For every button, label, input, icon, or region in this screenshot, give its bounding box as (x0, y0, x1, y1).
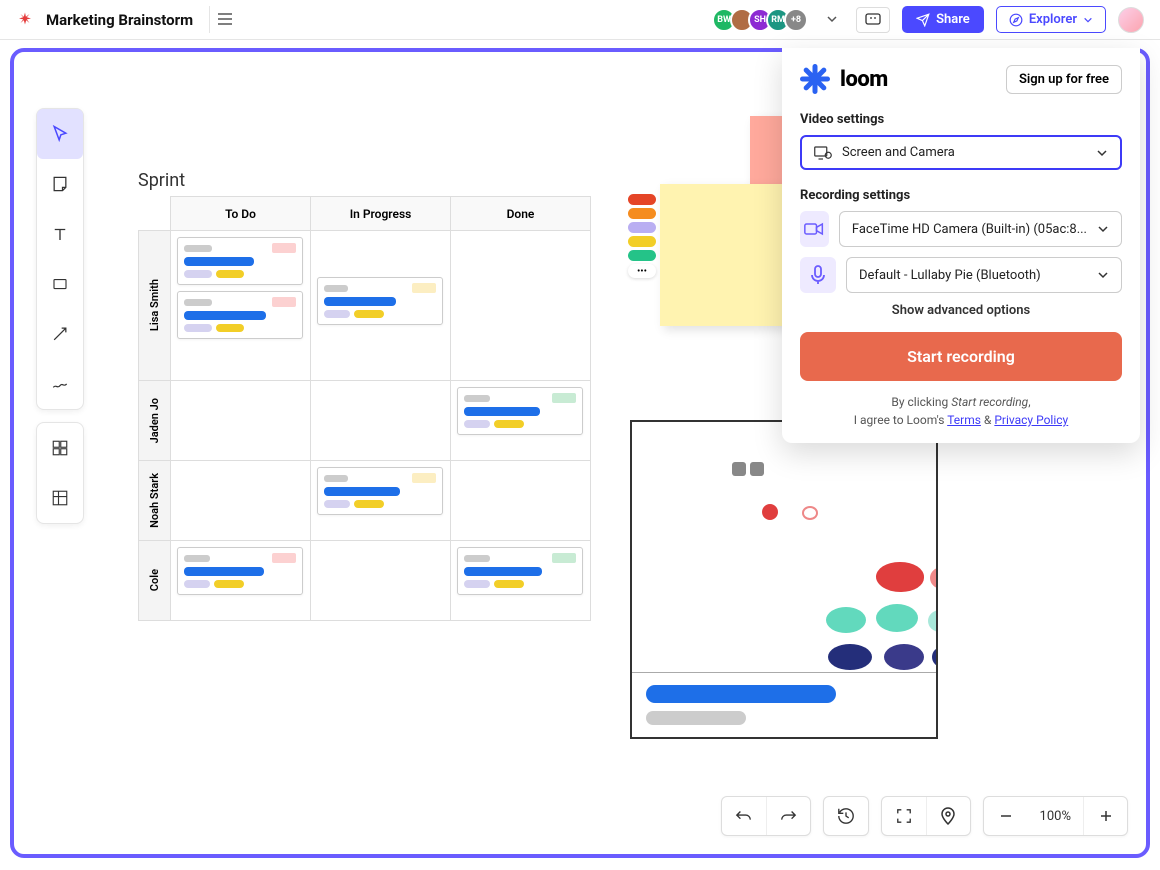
row-header: Cole (139, 541, 171, 621)
sprint-table: To Do In Progress Done Lisa Smith (138, 196, 591, 621)
pen-tool[interactable] (37, 359, 83, 409)
screen-camera-icon (814, 146, 832, 160)
zoom-out-button[interactable] (984, 797, 1028, 835)
start-recording-button[interactable]: Start recording (800, 332, 1122, 381)
color-swatch[interactable] (628, 194, 656, 205)
terms-text: By clicking Start recording, I agree to … (800, 393, 1122, 429)
column-header: Done (451, 197, 591, 231)
loom-panel: loom Sign up for free Video settings Scr… (782, 48, 1140, 443)
share-label: Share (936, 12, 970, 27)
select-tool[interactable] (37, 109, 83, 159)
collaborator-avatars[interactable]: BW SH RM +8 (718, 8, 808, 32)
undo-button[interactable] (722, 797, 766, 835)
menu-button[interactable] (209, 6, 240, 33)
image-canvas (632, 422, 936, 672)
image-card[interactable] (630, 420, 938, 739)
color-swatch[interactable] (628, 236, 656, 247)
task-card[interactable] (317, 277, 443, 325)
signup-button[interactable]: Sign up for free (1006, 65, 1122, 94)
current-user-avatar[interactable] (1118, 7, 1144, 33)
task-card[interactable] (177, 547, 303, 595)
task-card[interactable] (177, 237, 303, 285)
row-header: Lisa Smith (139, 231, 171, 381)
video-settings-label: Video settings (800, 112, 1122, 127)
board-title: Marketing Brainstorm (46, 11, 193, 29)
connector-tool[interactable] (37, 309, 83, 359)
collaborators-dropdown[interactable] (820, 6, 844, 33)
location-button[interactable] (926, 797, 970, 835)
video-mode-select[interactable]: Screen and Camera (800, 135, 1122, 170)
task-card[interactable] (177, 291, 303, 339)
fullscreen-button[interactable] (882, 797, 926, 835)
zoom-level: 100% (1028, 809, 1083, 824)
table-corner (139, 197, 171, 231)
task-card[interactable] (317, 467, 443, 515)
color-swatch[interactable] (628, 222, 656, 233)
explorer-label: Explorer (1029, 12, 1077, 27)
chevron-down-icon (1097, 223, 1109, 235)
color-swatch[interactable] (628, 208, 656, 219)
comments-button[interactable] (856, 7, 890, 33)
explorer-button[interactable]: Explorer (996, 6, 1106, 33)
camera-icon[interactable] (800, 211, 829, 247)
recording-settings-label: Recording settings (800, 188, 1122, 203)
chevron-down-icon (1096, 147, 1108, 159)
history-button[interactable] (824, 797, 868, 835)
sticky-note-tool[interactable] (37, 159, 83, 209)
image-card-footer (632, 672, 936, 737)
row-header: Jaden Jo (139, 381, 171, 461)
terms-link[interactable]: Terms (947, 413, 981, 427)
more-colors-button[interactable]: ••• (628, 264, 656, 278)
shape-tool[interactable] (37, 259, 83, 309)
advanced-options-link[interactable]: Show advanced options (800, 303, 1122, 318)
task-card[interactable] (457, 547, 583, 595)
tool-group-main (36, 108, 84, 410)
topbar: Marketing Brainstorm BW SH RM +8 Share E… (0, 0, 1160, 40)
column-header: In Progress (311, 197, 451, 231)
frame-tool[interactable] (37, 473, 83, 523)
app-logo-icon (16, 11, 34, 29)
tools-toolbar (36, 108, 84, 524)
microphone-icon[interactable] (800, 257, 836, 293)
chevron-down-icon (1097, 269, 1109, 281)
row-header: Noah Stark (139, 461, 171, 541)
redo-button[interactable] (766, 797, 810, 835)
privacy-link[interactable]: Privacy Policy (994, 413, 1068, 427)
grid-tool[interactable] (37, 423, 83, 473)
camera-select[interactable]: FaceTime HD Camera (Built-in) (05ac:8... (839, 211, 1122, 247)
loom-logo: loom (800, 64, 888, 94)
microphone-select[interactable]: Default - Lullaby Pie (Bluetooth) (846, 257, 1122, 293)
share-button[interactable]: Share (902, 6, 984, 33)
avatar-overflow[interactable]: +8 (784, 8, 808, 32)
sticky-color-picker: ••• (628, 194, 656, 278)
sprint-title: Sprint (138, 170, 185, 191)
loom-flower-icon (800, 64, 830, 94)
zoom-in-button[interactable] (1083, 797, 1127, 835)
bottom-controls: 100% (721, 796, 1128, 836)
text-tool[interactable] (37, 209, 83, 259)
color-swatch[interactable] (628, 250, 656, 261)
task-card[interactable] (457, 387, 583, 435)
loom-wordmark: loom (840, 67, 888, 92)
column-header: To Do (171, 197, 311, 231)
tool-group-frames (36, 422, 84, 524)
